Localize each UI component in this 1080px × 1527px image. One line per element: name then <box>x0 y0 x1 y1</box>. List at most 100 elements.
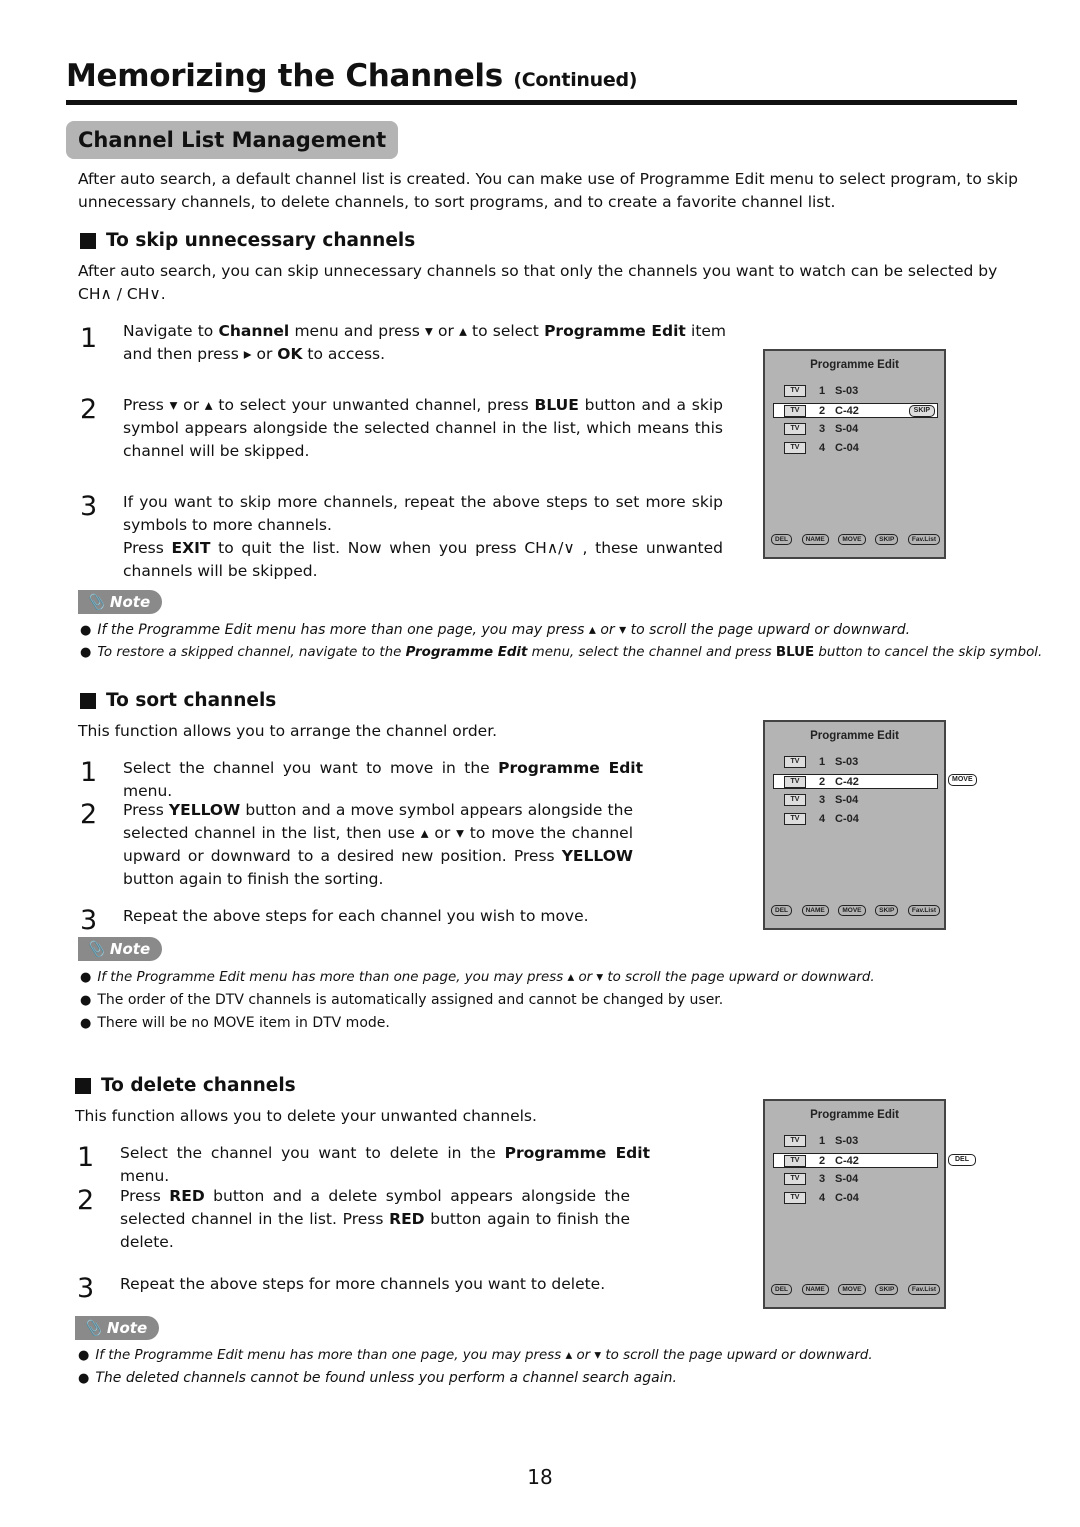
osd-favlist-button[interactable]: Fav.List <box>907 905 940 916</box>
osd-name-button[interactable]: NAME <box>801 534 829 545</box>
delete-note-1: ● If the Programme Edit menu has more tha… <box>78 1348 873 1363</box>
osd-move-button[interactable]: MOVE <box>838 905 866 916</box>
skip-intro: After auto search, you can skip unnecess… <box>78 260 1018 306</box>
section-intro: After auto search, a default channel lis… <box>78 170 1018 211</box>
delete-step-2-number: 2 <box>77 1185 95 1216</box>
skip-heading: To skip unnecessary channels <box>80 230 415 251</box>
skip-step-3-text: If you want to skip more channels, repea… <box>123 493 723 580</box>
skip-heading-text: To skip unnecessary channels <box>106 230 416 251</box>
osd-title: Programme Edit <box>810 730 899 742</box>
note-badge-delete: 📎 Note <box>75 1316 160 1340</box>
tv-icon: TV <box>784 385 806 397</box>
osd-channel-row[interactable]: TV 4 C-04 <box>773 441 938 456</box>
tv-icon: TV <box>784 1135 806 1147</box>
osd-channel-row-selected[interactable]: TV 2 C-42 <box>773 774 938 789</box>
tv-icon: TV <box>784 423 806 435</box>
osd-button-bar: DEL NAME MOVE SKIP Fav.List <box>771 1284 940 1295</box>
osd-name-button[interactable]: NAME <box>801 1284 829 1295</box>
sort-step-1-text: Select the channel you want to move in t… <box>123 759 644 800</box>
osd-channel-row[interactable]: TV 4 C-04 <box>773 1191 938 1206</box>
skip-step-1-text: Navigate to Channel menu and press ▾ or … <box>123 322 727 363</box>
note-badge-sort: 📎 Note <box>78 937 163 961</box>
delete-note-2: ● The deleted channels cannot be found un… <box>78 1370 677 1386</box>
square-bullet-icon <box>80 692 96 709</box>
sort-step-3-text: Repeat the above steps for each channel … <box>123 907 589 925</box>
osd-channel-row[interactable]: TV 3 S-04 <box>773 422 938 437</box>
osd-move-button[interactable]: MOVE <box>838 534 866 545</box>
tv-icon: TV <box>784 442 806 454</box>
title-rule <box>66 100 1017 105</box>
sort-step-1-number: 1 <box>80 757 98 788</box>
tv-icon: TV <box>784 1155 806 1167</box>
paperclip-icon: 📎 <box>83 1319 102 1337</box>
osd-del-button[interactable]: DEL <box>771 1284 792 1295</box>
tv-icon: TV <box>784 813 806 825</box>
tv-icon: TV <box>784 756 806 768</box>
osd-del-button[interactable]: DEL <box>771 905 792 916</box>
sort-note-1: ● If the Programme Edit menu has more tha… <box>80 970 875 985</box>
osd-skip-button[interactable]: SKIP <box>875 1284 899 1295</box>
delete-step-2-text: Press RED button and a delete symbol app… <box>120 1187 631 1251</box>
osd-favlist-button[interactable]: Fav.List <box>907 534 940 545</box>
osd-del-button[interactable]: DEL <box>771 534 792 545</box>
skip-note-2: ● To restore a skipped channel, navigate … <box>80 645 1043 660</box>
osd-move-button[interactable]: MOVE <box>838 1284 866 1295</box>
skip-step-1-number: 1 <box>80 323 98 354</box>
tv-icon: TV <box>784 1173 806 1185</box>
delete-intro: This function allows you to delete your … <box>75 1107 537 1125</box>
tv-icon: TV <box>784 405 806 417</box>
skip-intro-line2: CH∧ / CH∨. <box>78 285 166 303</box>
move-symbol: MOVE <box>948 774 977 786</box>
delete-heading: To delete channels <box>75 1075 296 1096</box>
tv-icon: TV <box>784 1192 806 1204</box>
sort-heading: To sort channels <box>80 690 276 711</box>
skip-symbol: SKIP <box>908 405 935 417</box>
sort-heading-text: To sort channels <box>106 690 277 711</box>
osd-channel-row[interactable]: TV 3 S-04 <box>773 1172 938 1187</box>
skip-step-3-number: 3 <box>80 491 98 522</box>
osd-button-bar: DEL NAME MOVE SKIP Fav.List <box>771 905 940 916</box>
osd-channel-row[interactable]: TV 1 S-03 <box>773 755 938 770</box>
tv-icon: TV <box>784 794 806 806</box>
paperclip-icon: 📎 <box>86 940 105 958</box>
sort-intro: This function allows you to arrange the … <box>78 722 498 740</box>
skip-step-2-text: Press ▾ or ▴ to select your unwanted cha… <box>123 396 723 460</box>
sort-step-3-number: 3 <box>80 905 98 936</box>
delete-step-3-text: Repeat the above steps for more channels… <box>120 1275 606 1293</box>
delete-step-3-number: 3 <box>77 1273 95 1304</box>
osd-favlist-button[interactable]: Fav.List <box>907 1284 940 1295</box>
delete-step-1-text: Select the channel you want to delete in… <box>120 1144 651 1185</box>
delete-symbol: DEL <box>948 1154 976 1166</box>
page-title: Memorizing the Channels (Continued) <box>66 58 637 94</box>
section-title: Channel List Management <box>66 121 399 159</box>
osd-channel-row-selected[interactable]: TV 2 C-42 <box>773 1153 938 1168</box>
skip-note-1: ● If the Programme Edit menu has more tha… <box>80 622 911 638</box>
tv-icon: TV <box>784 776 806 788</box>
skip-step-2-number: 2 <box>80 394 98 425</box>
osd-skip-button[interactable]: SKIP <box>875 905 899 916</box>
osd-channel-row[interactable]: TV 3 S-04 <box>773 793 938 808</box>
osd-name-button[interactable]: NAME <box>801 905 829 916</box>
sort-note-2: ● The order of the DTV channels is automa… <box>80 992 724 1008</box>
osd-channel-row-selected[interactable]: TV 2 C-42 SKIP <box>773 403 938 418</box>
sort-step-2-number: 2 <box>80 799 98 830</box>
osd-channel-row[interactable]: TV 1 S-03 <box>773 384 938 399</box>
programme-edit-osd-delete: Programme Edit TV 1 S-03 TV 2 C-42 TV 3 S-04 T… <box>763 1099 946 1309</box>
osd-channel-row[interactable]: TV 1 S-03 <box>773 1134 938 1149</box>
osd-title: Programme Edit <box>810 1109 899 1121</box>
square-bullet-icon <box>80 232 96 249</box>
note-badge-skip: 📎 Note <box>78 590 163 614</box>
sort-note-3: ● There will be no MOVE item in DTV mode. <box>80 1015 390 1031</box>
page-title-continued: (Continued) <box>513 69 638 91</box>
sort-step-2-text: Press YELLOW button and a move symbol ap… <box>123 801 633 888</box>
osd-title: Programme Edit <box>810 359 899 371</box>
programme-edit-osd-skip: Programme Edit TV 1 S-03 TV 2 C-42 SKIP TV 3 S-… <box>763 349 946 559</box>
skip-intro-line1: After auto search, you can skip unnecess… <box>78 262 998 280</box>
osd-button-bar: DEL NAME MOVE SKIP Fav.List <box>771 534 940 545</box>
square-bullet-icon <box>75 1077 91 1094</box>
delete-step-1-number: 1 <box>77 1142 95 1173</box>
osd-channel-row[interactable]: TV 4 C-04 <box>773 812 938 827</box>
delete-heading-text: To delete channels <box>101 1075 296 1096</box>
osd-skip-button[interactable]: SKIP <box>875 534 899 545</box>
programme-edit-osd-move: Programme Edit TV 1 S-03 TV 2 C-42 TV 3 S-04 T… <box>763 720 946 930</box>
